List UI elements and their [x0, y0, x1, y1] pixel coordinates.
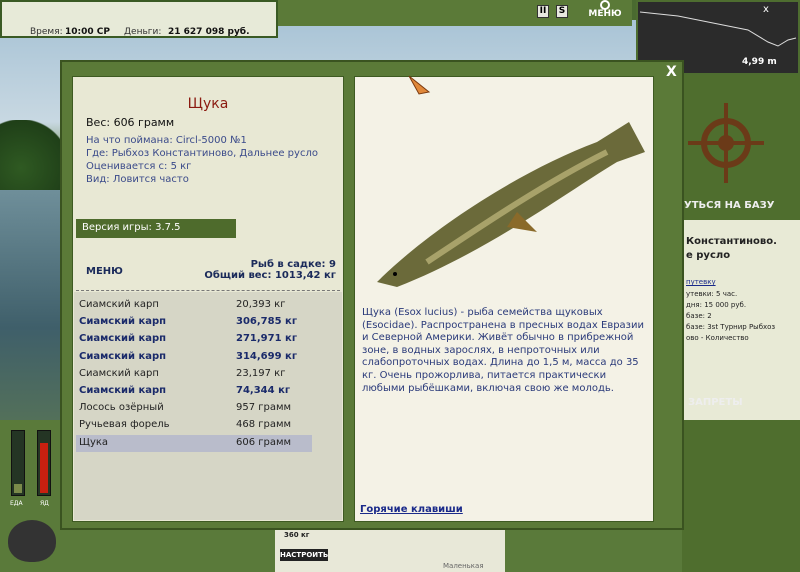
- close-dialog-button[interactable]: X: [666, 64, 677, 80]
- return-to-base-button[interactable]: УТЬСЯ НА БАЗУ: [684, 200, 774, 211]
- table-row[interactable]: Сиамский карп 314,699 кг: [76, 349, 312, 366]
- table-row[interactable]: Щука 606 грамм: [76, 434, 312, 452]
- capacity-label: 360 кг: [284, 531, 310, 539]
- price-threshold: Оценивается с: 5 кг: [86, 161, 192, 172]
- catch-fish-weight: 271,971 кг: [236, 333, 298, 345]
- table-row[interactable]: Сиамский карп 306,785 кг: [76, 314, 312, 331]
- permit-price: дня: 15 000 руб.: [686, 301, 747, 309]
- pause-button[interactable]: II: [537, 5, 549, 18]
- base-count: базе: 2: [686, 312, 712, 320]
- catch-fish-name: Ручьевая форель: [79, 419, 170, 431]
- catch-location: Где: Рыбхоз Константиново, Дальнее русло: [86, 148, 318, 159]
- location-info-panel: Константиново. е русло путевку утевки: 5…: [682, 220, 800, 420]
- depth-value: 4,99 m: [742, 57, 777, 67]
- main-menu-label: МЕНЮ: [588, 9, 622, 19]
- catch-fish-weight: 23,197 кг: [236, 367, 286, 379]
- small-size-label: Маленькая: [443, 562, 484, 570]
- pointer-hand-icon: [408, 75, 431, 95]
- catch-fish-name: Сиамский карп: [79, 299, 159, 310]
- hotkeys-link[interactable]: Горячие клавиши: [360, 504, 463, 515]
- table-row[interactable]: Сиамский карп 23,197 кг: [76, 366, 312, 383]
- poison-label: ЯД: [40, 500, 49, 507]
- money-label: Деньги:: [124, 27, 162, 37]
- catch-fish-name: Сиамский карп: [79, 385, 167, 396]
- cauldron-icon[interactable]: [8, 520, 56, 562]
- table-row[interactable]: Ручьевая форель 468 грамм: [76, 417, 312, 434]
- sound-button[interactable]: S: [556, 5, 568, 18]
- divider: [76, 290, 340, 291]
- top-toolbar: [278, 0, 632, 26]
- fish-description: Щука (Esox lucius) - рыба семейства щуко…: [362, 307, 644, 394]
- setup-button[interactable]: НАСТРОИТЬ: [280, 549, 328, 561]
- catch-fish-weight: 20,393 кг: [236, 299, 286, 310]
- main-menu-button[interactable]: МЕНЮ: [580, 0, 630, 26]
- catch-fish-name: Щука: [79, 436, 109, 448]
- catch-frequency: Вид: Ловится часто: [86, 174, 189, 185]
- caught-on: На что поймана: Circl-5000 №1: [86, 135, 247, 146]
- fish-encyclopedia-pane: [354, 75, 654, 522]
- catch-fish-name: Сиамский карп: [79, 333, 167, 345]
- ship-wheel-icon: [688, 103, 764, 183]
- table-row[interactable]: Лосось озёрный 957 грамм: [76, 400, 312, 417]
- table-row[interactable]: Сиамский карп 74,344 кг: [76, 383, 312, 400]
- catch-fish-weight: 957 грамм: [236, 402, 292, 414]
- close-graph-icon[interactable]: x: [763, 4, 769, 15]
- location-line-1: Константиново.: [686, 236, 777, 247]
- tournament-mode: ово - Количество: [686, 334, 749, 342]
- pike-fish-image: [377, 122, 645, 287]
- catch-fish-weight: 606 грамм: [236, 436, 292, 448]
- catch-fish-name: Сиамский карп: [79, 316, 167, 328]
- fish-name: Щука: [187, 96, 229, 112]
- game-version: Версия игры: 3.7.5: [76, 219, 236, 238]
- time-value: 10:00 СР: [65, 27, 110, 37]
- status-bar: Время: 10:00 СР Деньги: 21 627 098 руб.: [0, 0, 278, 38]
- permit-hours: утевки: 5 час.: [686, 290, 738, 298]
- table-row[interactable]: Сиамский карп 271,971 кг: [76, 331, 312, 348]
- buy-permit-link[interactable]: путевку: [686, 278, 716, 286]
- catch-fish-weight: 74,344 кг: [236, 385, 291, 396]
- location-line-2: е русло: [686, 250, 731, 261]
- catch-fish-name: Сиамский карп: [79, 350, 167, 362]
- catch-fish-weight: 306,785 кг: [236, 316, 298, 328]
- table-row[interactable]: Сиамский карп 20,393 кг: [76, 297, 312, 314]
- food-label: ЕДА: [10, 500, 23, 507]
- catch-fish-name: Лосось озёрный: [79, 402, 164, 414]
- money-value: 21 627 098 руб.: [168, 27, 250, 37]
- catch-fish-weight: 314,699 кг: [236, 350, 298, 362]
- time-label: Время:: [30, 27, 63, 37]
- poison-gauge: [37, 430, 51, 496]
- catch-fish-name: Сиамский карп: [79, 367, 159, 379]
- food-gauge: [11, 430, 25, 496]
- tournament-info: базе: 3st Турнир Рыбхоз: [686, 323, 776, 331]
- keepnet-count: Рыб в садке: 9: [250, 259, 336, 270]
- bans-button[interactable]: ЗАПРЕТЫ: [688, 397, 743, 408]
- fish-weight: Вес: 606 грамм: [86, 116, 175, 129]
- keepnet-total-weight: Общий вес: 1013,42 кг: [204, 270, 336, 281]
- catch-fish-weight: 468 грамм: [236, 419, 292, 431]
- dialog-menu-button[interactable]: МЕНЮ: [86, 266, 123, 277]
- gear-icon: [600, 0, 610, 10]
